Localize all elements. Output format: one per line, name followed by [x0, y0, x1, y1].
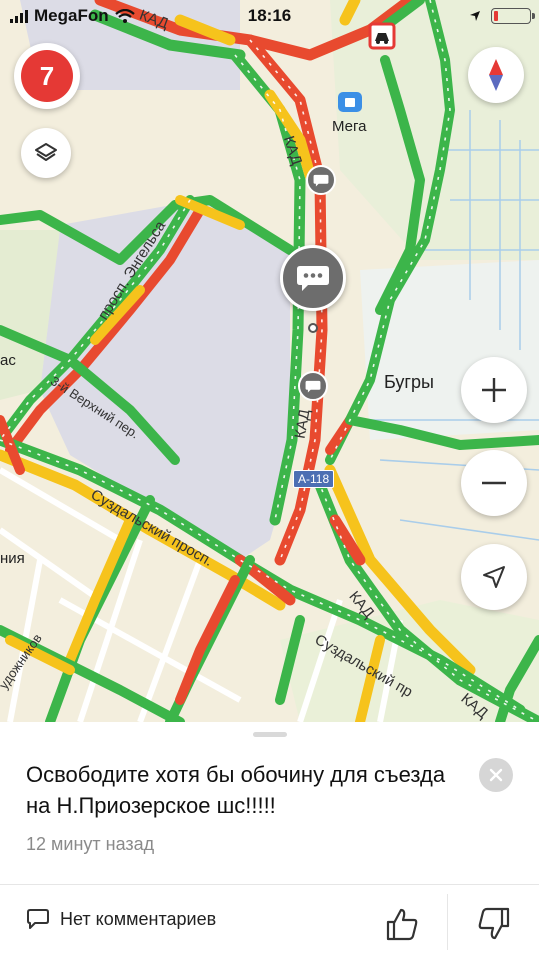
compass-icon — [489, 59, 503, 91]
plus-icon — [482, 378, 506, 402]
as-label: ас — [0, 352, 16, 369]
chat-bubble-icon — [313, 174, 329, 187]
chat-marker-big[interactable] — [280, 245, 346, 311]
event-message: Освободите хотя бы обочину для съезда на… — [26, 762, 446, 818]
mega-pin[interactable] — [338, 92, 362, 112]
mega-label: Мега — [332, 118, 367, 135]
divider — [0, 884, 539, 885]
zoom-out-button[interactable] — [461, 450, 527, 516]
layers-button[interactable] — [21, 128, 71, 178]
like-button[interactable] — [380, 902, 424, 946]
close-icon — [489, 768, 503, 782]
route-a118-badge: А-118 — [293, 470, 335, 488]
thumbs-down-icon — [478, 907, 510, 940]
clock: 18:16 — [247, 6, 292, 25]
traffic-score-value: 7 — [21, 50, 73, 102]
map-canvas[interactable] — [0, 0, 539, 722]
location-dot — [308, 323, 318, 333]
vertical-divider — [447, 894, 448, 950]
chat-bubble-icon — [297, 266, 329, 291]
location-arrow-icon — [470, 11, 480, 21]
event-time-ago: 12 минут назад — [26, 834, 155, 854]
chat-marker-small-2[interactable] — [298, 371, 328, 401]
compass-button[interactable] — [468, 47, 524, 103]
close-button[interactable] — [479, 758, 513, 792]
status-bar: MegaFon 18:16 — [0, 0, 539, 32]
sheet-drag-handle[interactable] — [253, 732, 287, 737]
comments-link[interactable]: Нет комментариев — [26, 908, 216, 930]
chat-marker-small-1[interactable] — [306, 165, 336, 195]
nia-label: ния — [0, 550, 25, 567]
zoom-in-button[interactable] — [461, 357, 527, 423]
event-bottom-sheet[interactable]: Освободите хотя бы обочину для съезда на… — [0, 722, 539, 960]
dislike-button[interactable] — [472, 902, 516, 946]
locate-me-button[interactable] — [461, 544, 527, 610]
battery-icon — [491, 8, 535, 24]
comment-icon — [27, 909, 49, 929]
minus-icon — [482, 481, 506, 485]
bugry-label: Бугры — [384, 372, 434, 392]
comments-label: Нет комментариев — [60, 908, 217, 929]
navigation-arrow-icon — [483, 566, 505, 588]
chat-bubble-icon — [305, 380, 321, 393]
traffic-score-button[interactable]: 7 — [14, 43, 80, 109]
layers-icon — [35, 143, 57, 161]
map-view[interactable]: Мега Бугры А-118 КАД КАД КАД КАД КАД про… — [0, 0, 539, 722]
thumbs-up-icon — [386, 908, 418, 941]
